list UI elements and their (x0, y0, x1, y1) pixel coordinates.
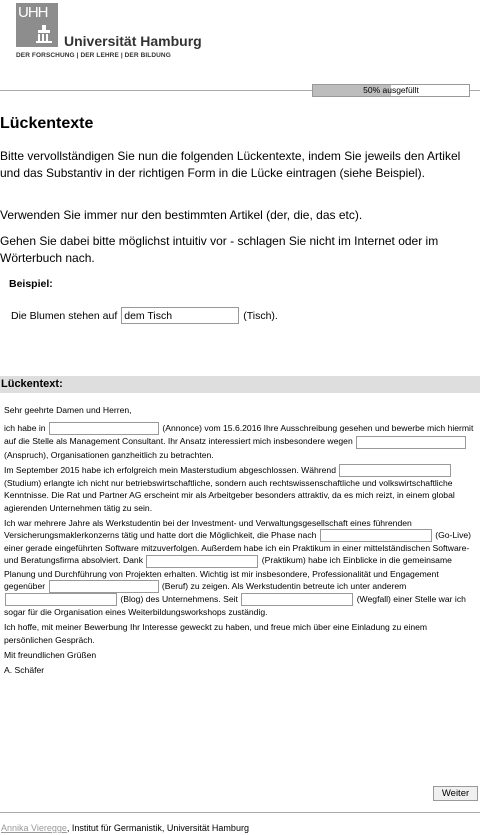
author-link[interactable]: Annika Vieregge (1, 823, 67, 833)
footer-divider (0, 812, 480, 813)
letter-paragraph-2: Im September 2015 habe ich erfolgreich m… (4, 464, 476, 514)
logo-mark: UHH (16, 3, 58, 47)
gap-beruf-input[interactable] (48, 580, 159, 594)
university-motto: DER FORSCHUNG | DER LEHRE | DER BILDUNG (16, 52, 171, 59)
gap-studium-input[interactable] (339, 464, 452, 478)
letter-greeting: Sehr geehrte Damen und Herren, (4, 405, 132, 415)
intro-paragraph-2: Verwenden Sie immer nur den bestimmten A… (0, 208, 363, 222)
footer-affiliation: , Institut für Germanistik, Universität … (66, 823, 249, 833)
text-segment: Im September 2015 habe ich erfolgreich m… (4, 464, 336, 475)
intro-paragraph-1: Bitte vervollständigen Sie nun die folge… (0, 149, 461, 180)
example-suffix: (Tisch). (243, 309, 278, 322)
progress-bar: 50% ausgefüllt (312, 84, 470, 97)
section-title: Lückentext: (1, 378, 63, 390)
example-input[interactable] (121, 307, 240, 324)
university-name: Universität Hamburg (64, 33, 202, 49)
text-segment: (Anspruch), Organisationen ganzheitlich … (4, 449, 214, 460)
text-segment: (Blog) des Unternehmens. Seit (120, 594, 238, 605)
example-row: Die Blumen stehen auf (Tisch). (11, 307, 278, 324)
text-segment: (Studium) erlangte ich nicht nur betrieb… (4, 478, 455, 513)
letter-closing: Mit freundlichen Grüßen (4, 649, 97, 660)
building-icon (36, 25, 52, 43)
logo-mark-text: UHH (18, 4, 48, 21)
gap-anspruch-input[interactable] (356, 435, 467, 449)
letter-paragraph-4: Ich hoffe, mit meiner Bewerbung Ihr Inte… (4, 622, 428, 645)
text-segment: (Beruf) zu zeigen. Als Werkstudentin bet… (161, 580, 407, 591)
letter-signature: A. Schäfer (4, 665, 45, 676)
page-title: Lückentexte (0, 115, 94, 132)
cloze-letter: Sehr geehrte Damen und Herren, ich habe … (4, 404, 476, 676)
next-button[interactable]: Weiter (433, 786, 478, 801)
text-segment: ich habe in (4, 423, 46, 434)
gap-golive-input[interactable] (319, 529, 432, 543)
section-header: Lückentext: (0, 376, 480, 393)
letter-paragraph-1: ich habe in (Annonce) vom 15.6.2016 Ihre… (4, 422, 476, 461)
university-logo: UHH Universität Hamburg DER FORSCHUNG | … (16, 3, 202, 63)
gap-wegfall-input[interactable] (241, 593, 354, 607)
footer: Annika Vieregge, Institut für Germanisti… (1, 823, 249, 833)
intro-paragraph-3: Gehen Sie dabei bitte möglichst intuitiv… (0, 234, 439, 265)
gap-praktikum-input[interactable] (146, 554, 259, 568)
gap-annonce-input[interactable] (48, 422, 159, 436)
gap-blog-input[interactable] (5, 593, 117, 607)
example-title: Beispiel: (9, 278, 53, 290)
progress-label: 50% ausgefüllt (363, 85, 419, 95)
example-prefix: Die Blumen stehen auf (11, 309, 118, 322)
letter-paragraph-3: Ich war mehrere Jahre als Werkstudentin … (4, 517, 476, 619)
